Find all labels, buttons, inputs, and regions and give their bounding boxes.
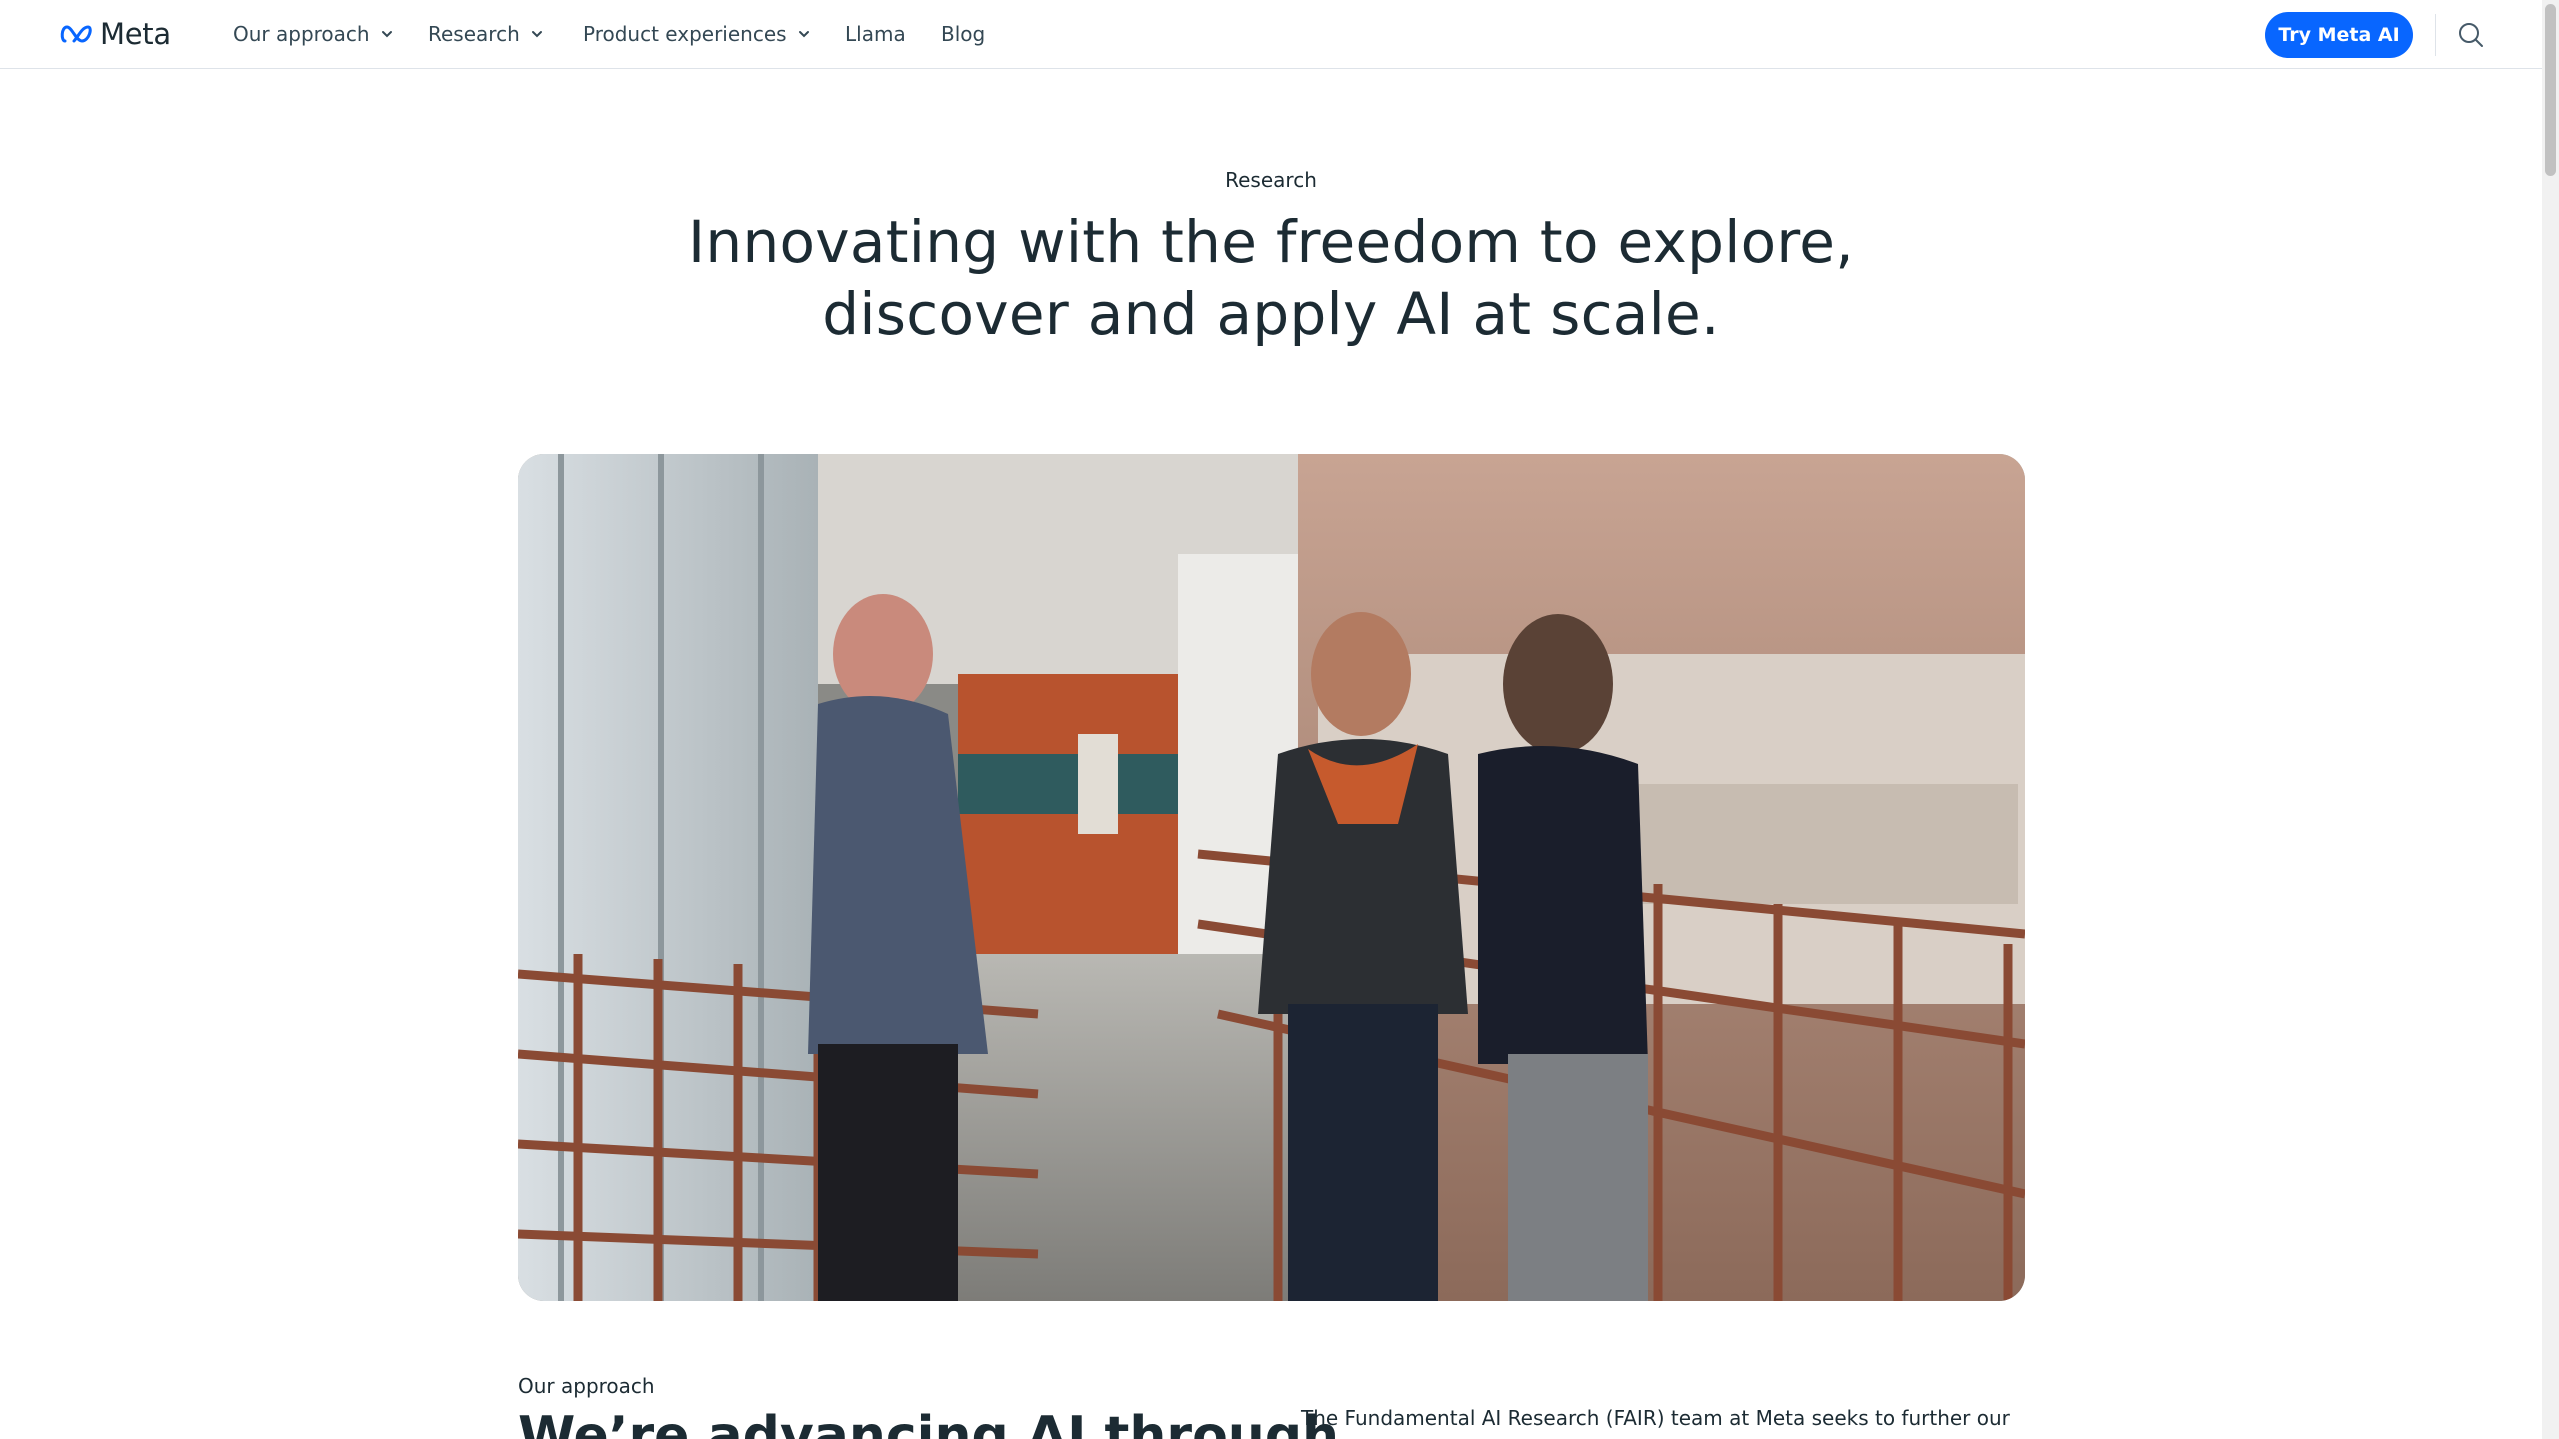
chevron-down-icon bbox=[380, 27, 394, 41]
hero-title-line-2: discover and apply AI at scale. bbox=[822, 280, 1720, 348]
chevron-down-icon bbox=[530, 27, 544, 41]
nav-our-approach[interactable]: Our approach bbox=[233, 20, 394, 48]
search-button[interactable] bbox=[2454, 18, 2488, 52]
meta-logo[interactable]: Meta bbox=[60, 16, 171, 52]
hero-title-line-1: Innovating with the freedom to explore, bbox=[687, 208, 1854, 276]
nav-research[interactable]: Research bbox=[428, 20, 544, 48]
nav-label: Llama bbox=[845, 22, 906, 46]
nav-label: Research bbox=[428, 22, 520, 46]
try-meta-ai-button[interactable]: Try Meta AI bbox=[2265, 12, 2413, 58]
hero-eyebrow: Research bbox=[1225, 168, 1317, 192]
approach-eyebrow: Our approach bbox=[518, 1374, 655, 1398]
scrollbar-track[interactable] bbox=[2542, 0, 2559, 1439]
nav-label: Blog bbox=[941, 22, 986, 46]
search-icon bbox=[2459, 23, 2483, 47]
nav-label: Product experiences bbox=[583, 22, 787, 46]
chevron-down-icon bbox=[797, 27, 811, 41]
nav-label: Our approach bbox=[233, 22, 370, 46]
header-divider bbox=[2435, 14, 2436, 56]
nav-product-experiences[interactable]: Product experiences bbox=[583, 20, 811, 48]
meta-infinity-icon bbox=[60, 25, 92, 43]
logo-text: Meta bbox=[100, 17, 171, 51]
hero-photo bbox=[518, 454, 2025, 1301]
hero-title: Innovating with the freedom to explore, … bbox=[0, 206, 2542, 350]
scrollbar-thumb[interactable] bbox=[2545, 4, 2556, 176]
approach-body: The Fundamental AI Research (FAIR) team … bbox=[1301, 1406, 2010, 1430]
approach-heading: We’re advancing AI through bbox=[518, 1406, 1340, 1439]
nav-blog[interactable]: Blog bbox=[941, 20, 985, 48]
site-header: Meta Our approach Research Product exper… bbox=[0, 0, 2542, 69]
nav-llama[interactable]: Llama bbox=[845, 20, 906, 48]
